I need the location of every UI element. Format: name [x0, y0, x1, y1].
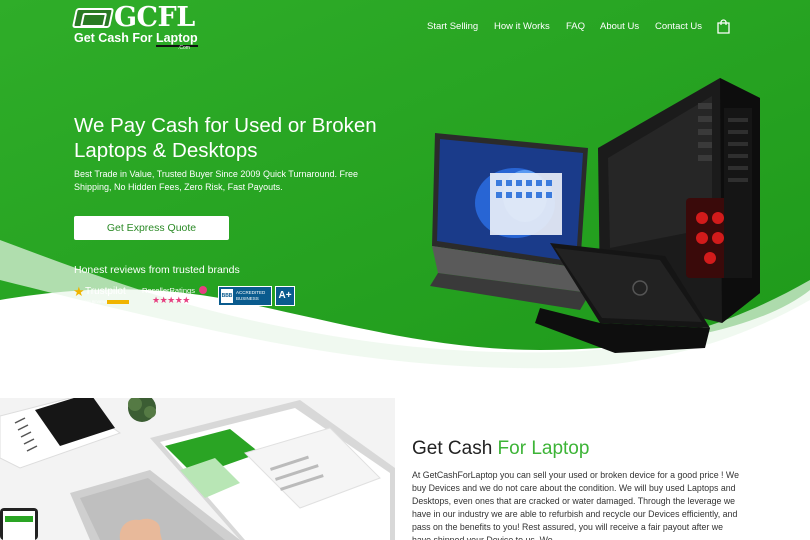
bbb-rating-badge[interactable]: A+	[275, 286, 295, 306]
bbb-line1: ACCREDITED	[236, 290, 266, 295]
laptop-desktop-hero-image	[430, 78, 760, 368]
bbb-line2: BUSINESS	[236, 296, 259, 301]
nav-start-selling[interactable]: Start Selling	[427, 19, 478, 35]
nav-contact-us[interactable]: Contact Us	[655, 19, 702, 35]
section-body-text: At GetCashForLaptop you can sell your us…	[412, 470, 739, 540]
trustpilot-name: Trustpilot	[85, 286, 126, 297]
nav-how-it-works[interactable]: How it Works	[494, 19, 550, 35]
section-title-plain: Get Cash	[412, 438, 498, 459]
trustpilot-star-icon: ★	[73, 284, 85, 299]
bbb-accredited-badge[interactable]: BBB ACCREDITED BUSINESS	[218, 286, 272, 306]
top-navigation: GCFL Get Cash For Laptop .Com Start Sell…	[0, 0, 810, 56]
reviews-heading: Honest reviews from trusted brands	[74, 264, 240, 276]
section-title-accent: For Laptop	[497, 438, 590, 459]
phone-image	[0, 508, 38, 540]
shopping-bag-icon[interactable]	[717, 19, 730, 34]
workspace-photo	[0, 398, 395, 540]
trustpilot-badge[interactable]: ★ Trustpilot FIVE STAR REVIEWS	[73, 285, 133, 307]
section-title: Get Cash For Laptop	[412, 438, 589, 460]
nav-about-us[interactable]: About Us	[600, 19, 639, 35]
hero-section: GCFL Get Cash For Laptop .Com Start Sell…	[0, 0, 810, 398]
hero-headline: We Pay Cash for Used or Broken Laptops &…	[74, 114, 377, 162]
logo-domain: .Com	[178, 45, 190, 51]
verified-check-icon	[199, 286, 207, 294]
bbb-text: ACCREDITED BUSINESS	[236, 290, 265, 302]
resellerratings-name: ResellerRatings	[142, 286, 195, 295]
resellerratings-stars: ★★★★★	[152, 295, 190, 305]
trustpilot-stars-bar	[107, 300, 129, 304]
get-cash-section: Get Cash For Laptop At GetCashForLaptop …	[0, 398, 810, 540]
nav-links: Start Selling How it Works FAQ About Us …	[0, 19, 810, 35]
get-express-quote-button[interactable]: Get Express Quote	[74, 216, 229, 240]
bbb-logo-icon: BBB	[221, 289, 233, 303]
nav-faq[interactable]: FAQ	[566, 19, 585, 35]
hero-subcopy: Best Trade in Value, Trusted Buyer Since…	[74, 169, 358, 192]
resellerratings-badge[interactable]: ResellerRatings ★★★★★	[142, 286, 210, 308]
trustpilot-sub: FIVE STAR REVIEWS	[73, 300, 108, 304]
windows-laptop-image	[430, 133, 590, 310]
